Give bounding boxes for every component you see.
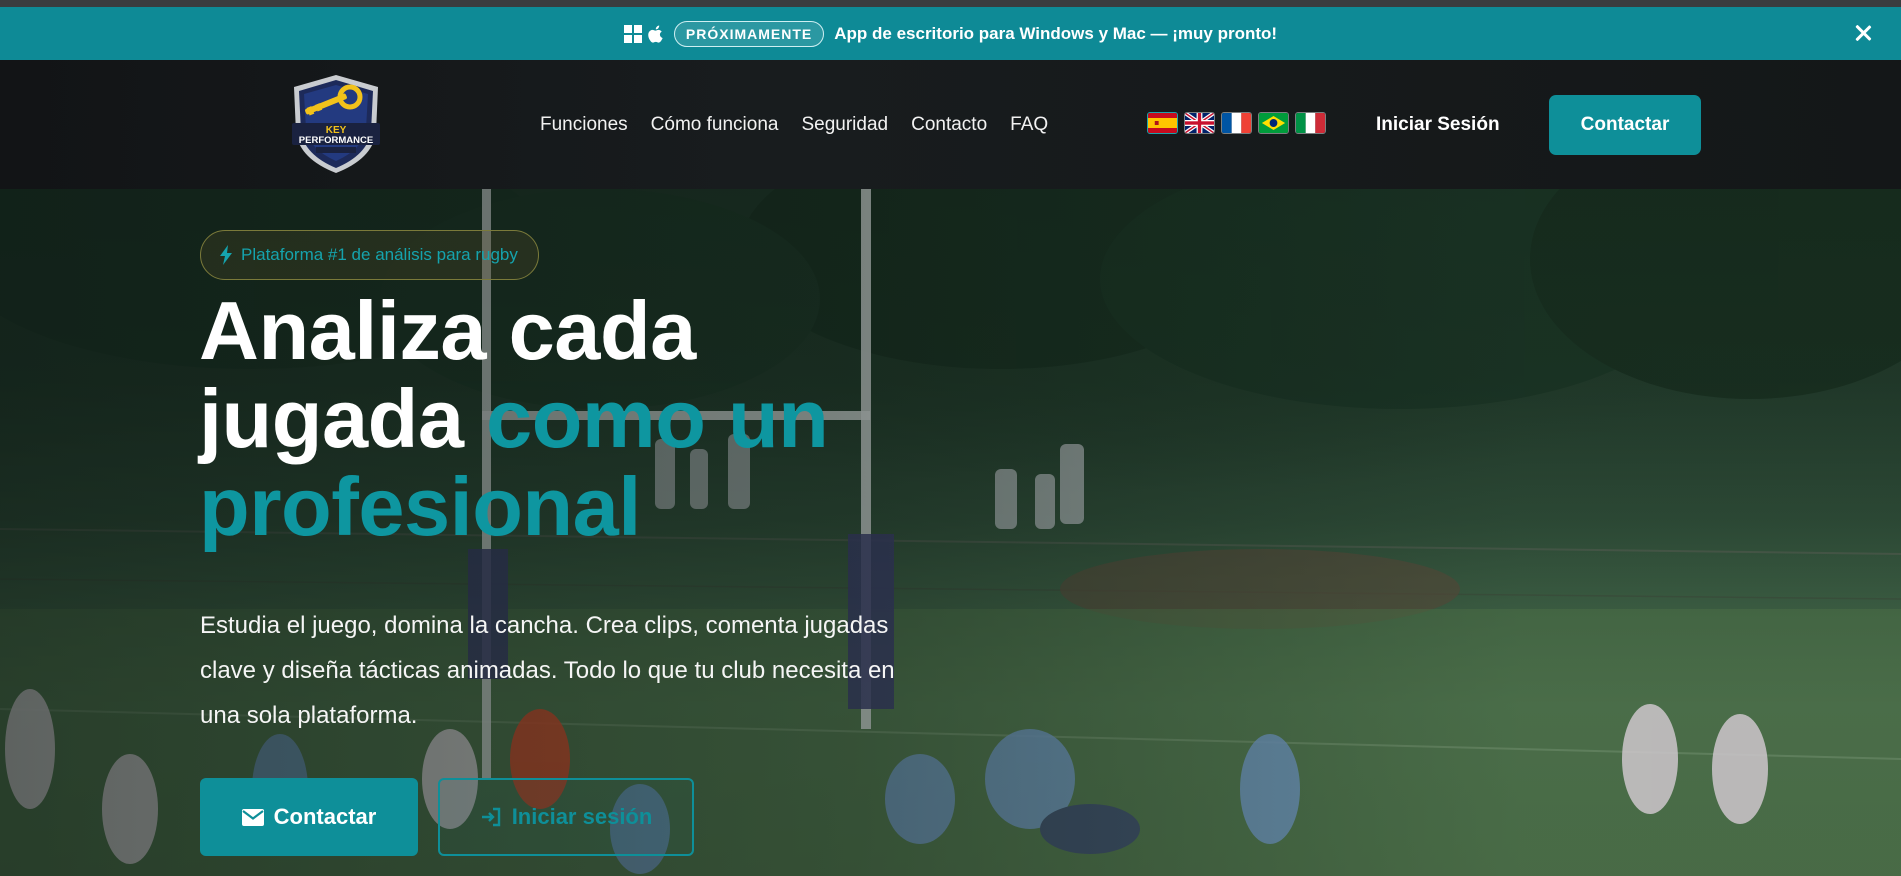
flag-italy-icon[interactable] (1295, 112, 1326, 134)
windows-icon (623, 24, 642, 43)
sign-in-icon (481, 807, 500, 827)
main-navbar: KEY PERFORMANCE Funciones Cómo funciona … (0, 60, 1901, 189)
key-performance-logo[interactable]: KEY PERFORMANCE (286, 73, 386, 175)
coming-soon-badge: PRÓXIMAMENTE (673, 20, 825, 47)
hero-title: Analiza cada jugada como un profesional (199, 287, 979, 551)
hero-section: Plataforma #1 de análisis para rugby Ana… (0, 189, 1901, 876)
flag-france-icon[interactable] (1221, 112, 1252, 134)
announcement-bar: PRÓXIMAMENTE App de escritorio para Wind… (0, 7, 1901, 60)
nav-link-seguridad[interactable]: Seguridad (801, 114, 888, 136)
flag-brazil-icon[interactable] (1258, 112, 1289, 134)
language-selector (1147, 112, 1326, 134)
hero-badge-text: Plataforma #1 de análisis para rugby (241, 245, 518, 264)
nav-link-funciones[interactable]: Funciones (540, 114, 628, 136)
hero-contact-label: Contactar (273, 804, 377, 829)
nav-link-faq[interactable]: FAQ (1010, 114, 1048, 136)
lightning-icon (220, 245, 232, 265)
contact-button[interactable]: Contactar (1549, 95, 1701, 155)
envelope-icon (241, 808, 264, 826)
flag-uk-icon[interactable] (1184, 112, 1215, 134)
nav-link-contacto[interactable]: Contacto (911, 114, 987, 136)
close-icon[interactable] (1851, 21, 1875, 45)
hero-login-label: Iniciar sesión (511, 804, 653, 829)
browser-top-strip (0, 0, 1901, 7)
os-icons (623, 24, 664, 43)
flag-spain-icon[interactable] (1147, 112, 1178, 134)
announcement-text: App de escritorio para Windows y Mac — ¡… (834, 23, 1278, 43)
hero-badge: Plataforma #1 de análisis para rugby (200, 230, 539, 280)
nav-link-como-funciona[interactable]: Cómo funciona (651, 114, 779, 136)
hero-description: Estudia el juego, domina la cancha. Crea… (200, 612, 895, 729)
nav-links: Funciones Cómo funciona Seguridad Contac… (540, 60, 1048, 189)
login-link[interactable]: Iniciar Sesión (1376, 60, 1500, 189)
hero-contact-button[interactable]: Contactar (200, 778, 418, 856)
svg-text:PERFORMANCE: PERFORMANCE (299, 135, 373, 146)
apple-icon (648, 25, 663, 43)
hero-login-button[interactable]: Iniciar sesión (438, 778, 694, 856)
